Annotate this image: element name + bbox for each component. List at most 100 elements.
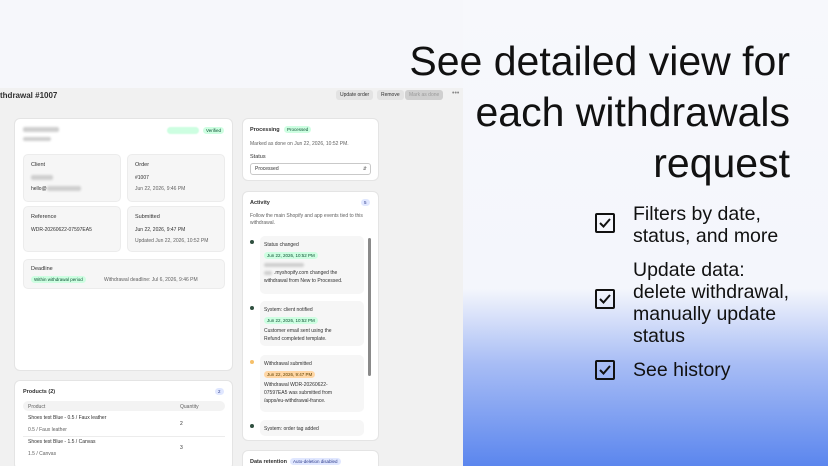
verified-badge: Verified [203,127,225,134]
feature-line: Update data: [633,259,745,281]
activity-scrollbar[interactable] [368,238,371,376]
products-title: Products (2) [23,389,56,395]
feature-text: Update data: delete withdrawal, manually… [633,259,808,347]
page-header: thdrawal #1007 Update order Remove Mark … [0,88,463,102]
feature-text: See history [633,359,808,381]
reference-value: WDR-20260622-07597EA5 [31,227,92,233]
order-label: Order [135,162,150,168]
product-variant: 0.5 / Faux leather [28,427,67,433]
timeline-dot [250,360,254,364]
column-product: Product [28,404,46,410]
checkbox-checked-icon [595,213,615,233]
event-actor-redacted [264,263,304,267]
event-detail: .myshopify.com changed the [274,270,338,276]
activity-event: Withdrawal submitted Jun 22, 2026, 9:47 … [260,355,364,412]
event-title: System: client notified [264,307,313,313]
data-retention-card: Data retention Auto-deletion disabled [242,450,379,466]
remove-button[interactable]: Remove [377,90,404,100]
event-detail: 07597EA5 was submitted from [264,390,333,396]
event-detail: Withdrawal WDR-20260622- [264,382,328,388]
reference-label: Reference [31,214,57,220]
event-detail: Refund completed template. [264,336,327,342]
activity-event: Status changed Jun 22, 2026, 10:52 PM .m… [260,236,364,294]
products-table-header: Product Quantity [23,401,225,411]
customer-name-redacted [23,127,59,132]
status-badge [167,127,199,134]
timeline-dot [250,424,254,428]
feature-line: delete withdrawal, [633,281,790,303]
order-date: Jun 22, 2026, 9:46 PM [135,186,186,192]
event-detail: Customer email sent using the [264,328,332,334]
product-name[interactable]: Shoes test Blue - 0.5 / Faux leather [28,415,106,421]
event-date-badge: Jun 22, 2026, 10:52 PM [264,317,318,324]
order-number[interactable]: #1007 [135,175,149,181]
mark-as-done-button[interactable]: Mark as done [405,90,444,100]
event-date-badge: Jun 22, 2026, 10:52 PM [264,252,318,259]
products-count-badge: 2 [215,388,224,395]
event-store-redacted [264,271,272,275]
chevron-updown-icon: ⇵ [362,166,367,172]
feature-line: manually update [633,303,777,325]
column-quantity: Quantity [180,404,199,410]
deadline-text: Withdrawal deadline: Jul 6, 2026, 9:46 P… [104,277,198,283]
timeline-dot [250,306,254,310]
event-detail: withdrawal from New to Processed. [264,278,343,284]
deadline-section: Deadline Within withdrawal period Withdr… [23,259,225,289]
client-name-redacted [31,175,53,180]
update-order-button[interactable]: Update order [336,90,374,100]
submitted-section: Submitted Jun 22, 2026, 9:47 PM Updated … [127,206,225,252]
activity-description: Follow the main Shopify and app events t… [250,213,363,226]
activity-event: System: order tag added [260,420,364,436]
event-title: Status changed [264,242,299,248]
processing-card: Processing Processed Marked as done on J… [242,118,379,181]
submitted-label: Submitted [135,214,160,220]
product-quantity: 2 [180,421,183,427]
event-detail: /apps/eu-withdrawal-france. [264,398,326,404]
checkbox-checked-icon [595,360,615,380]
feature-item: Update data: delete withdrawal, manually… [595,259,808,347]
product-variant: 1.5 / Canvas [28,451,57,457]
submitted-date: Jun 22, 2026, 9:47 PM [135,227,186,233]
feature-line: See history [633,359,731,381]
activity-event: System: client notified Jun 22, 2026, 10… [260,301,364,346]
row-divider [23,436,225,437]
processing-label: Processing [250,127,280,133]
auto-deletion-badge: Auto-deletion disabled [290,458,341,465]
activity-count-badge: 5 [361,199,370,206]
feature-line: status [633,325,686,347]
activity-card: Activity 5 Follow the main Shopify and a… [242,191,379,441]
products-card: Products (2) 2 Product Quantity Shoes te… [14,380,233,466]
headline-line: See detailed view for [409,38,790,84]
updated-date: Updated Jun 22, 2026, 10:52 PM [135,238,209,244]
processing-note: Marked as done on Jun 22, 2026, 10:52 PM… [250,141,349,147]
feature-item: Filters by date, status, and more [595,203,808,247]
withdrawal-details-card: Verified Client hello@ Order #1007 Jun 2… [14,118,233,371]
deadline-badge: Within withdrawal period [31,276,86,283]
status-label: Status [250,154,266,160]
status-select-value: Processed [255,166,279,172]
feature-text: Filters by date, status, and more [633,203,808,247]
more-actions-icon[interactable]: ••• [452,90,459,97]
checkbox-checked-icon [595,289,615,309]
event-title: Withdrawal submitted [264,361,312,367]
client-email: hello@ [31,186,47,192]
feature-line: status, and more [633,225,779,247]
client-label: Client [31,162,46,168]
product-name[interactable]: Shoes test Blue - 1.5 / Canvas [28,439,96,445]
event-title: System: order tag added [264,426,319,432]
feature-line: Filters by date, [633,203,761,225]
app-screenshot: thdrawal #1007 Update order Remove Mark … [0,88,463,466]
customer-sub-redacted [23,137,51,141]
event-date-badge: Jun 22, 2026, 9:47 PM [264,371,316,378]
deadline-label: Deadline [31,266,53,272]
client-email-redacted [47,186,81,191]
timeline-dot [250,240,254,244]
activity-label: Activity [250,200,270,206]
client-section: Client hello@ [23,154,121,202]
data-retention-label: Data retention [250,459,287,465]
processed-badge: Processed [284,126,312,133]
reference-section: Reference WDR-20260622-07597EA5 [23,206,121,252]
feature-item: See history [595,359,808,381]
status-select[interactable]: Processed ⇵ [250,163,371,175]
product-quantity: 3 [180,445,183,451]
